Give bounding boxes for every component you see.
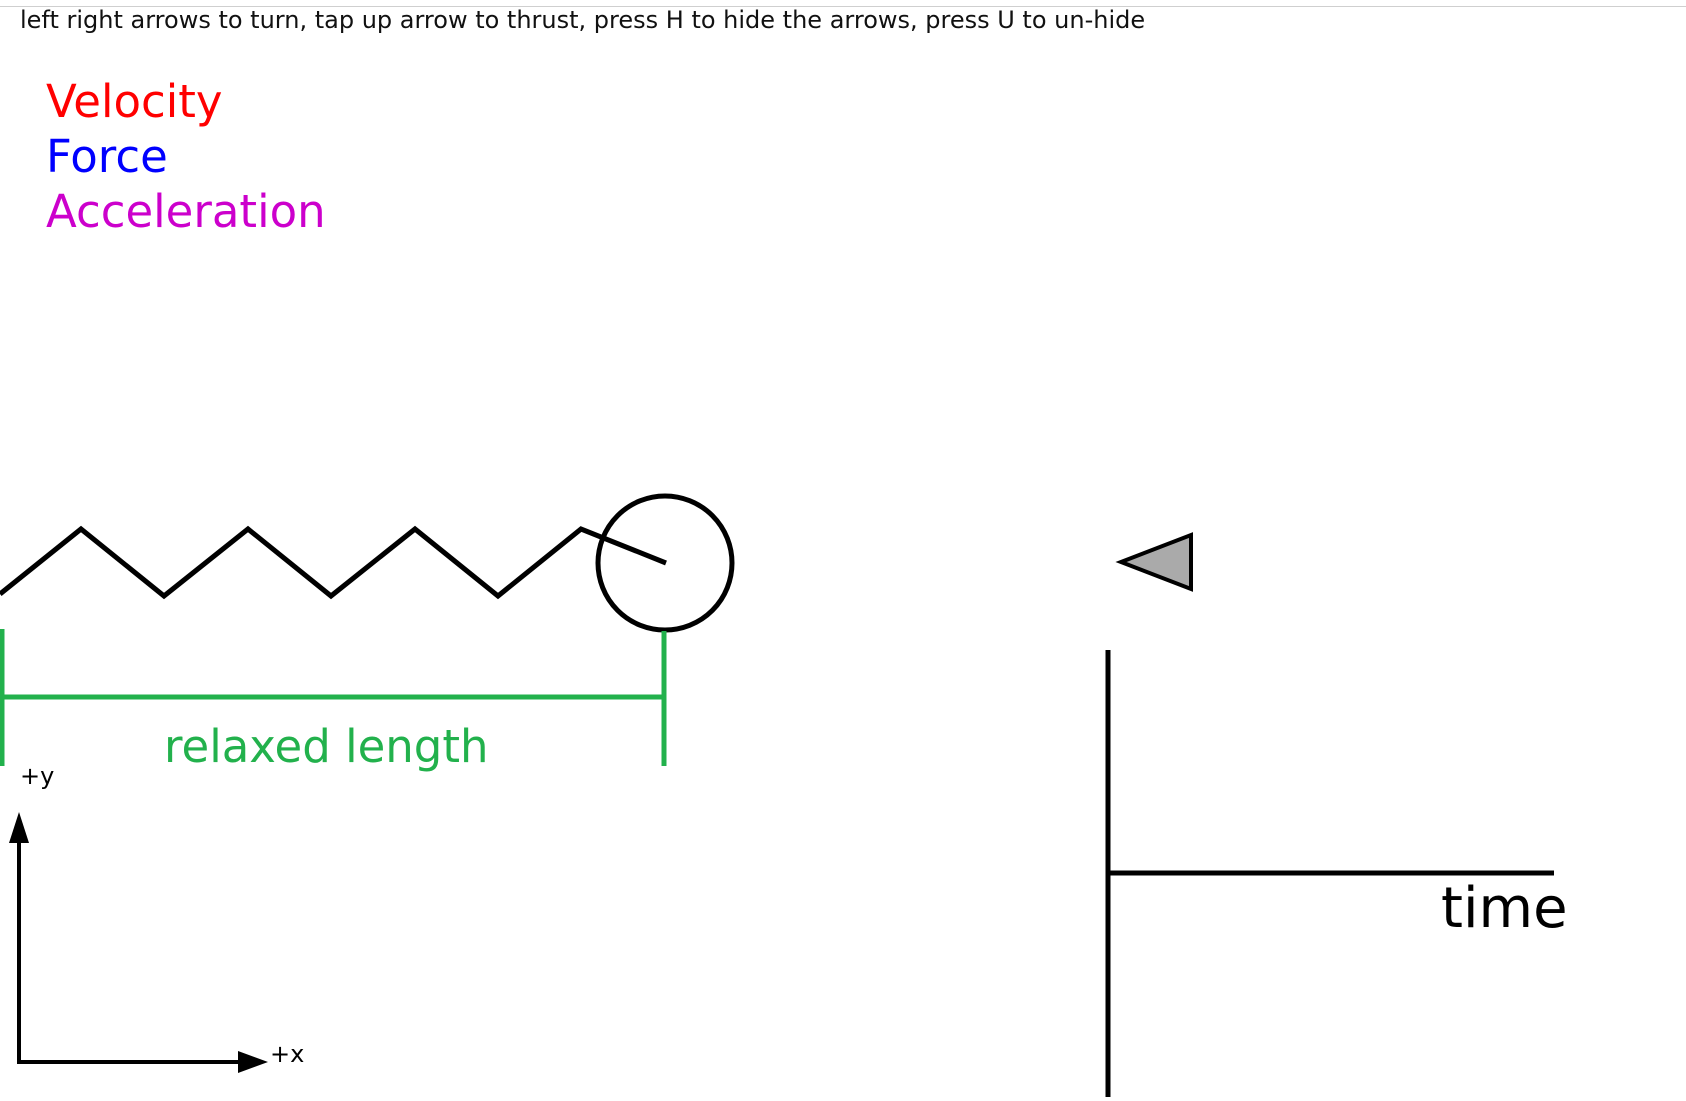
y-axis-label: +y — [20, 762, 54, 790]
scene: relaxed length +y +x time — [0, 493, 1568, 1097]
relaxed-length-marker: relaxed length — [0, 629, 667, 773]
ship-triangle[interactable] — [1115, 532, 1193, 592]
y-axis-arrowhead — [9, 812, 29, 843]
x-axis-arrowhead — [238, 1051, 268, 1073]
coordinate-axes: +y +x — [9, 762, 304, 1073]
relaxed-length-label: relaxed length — [164, 720, 489, 773]
x-axis-label: +x — [270, 1040, 304, 1068]
time-graph: time — [1105, 650, 1568, 1097]
game-canvas[interactable]: left right arrows to turn, tap up arrow … — [0, 0, 1686, 1101]
graph-time-label: time — [1441, 876, 1568, 941]
spring — [0, 525, 667, 600]
